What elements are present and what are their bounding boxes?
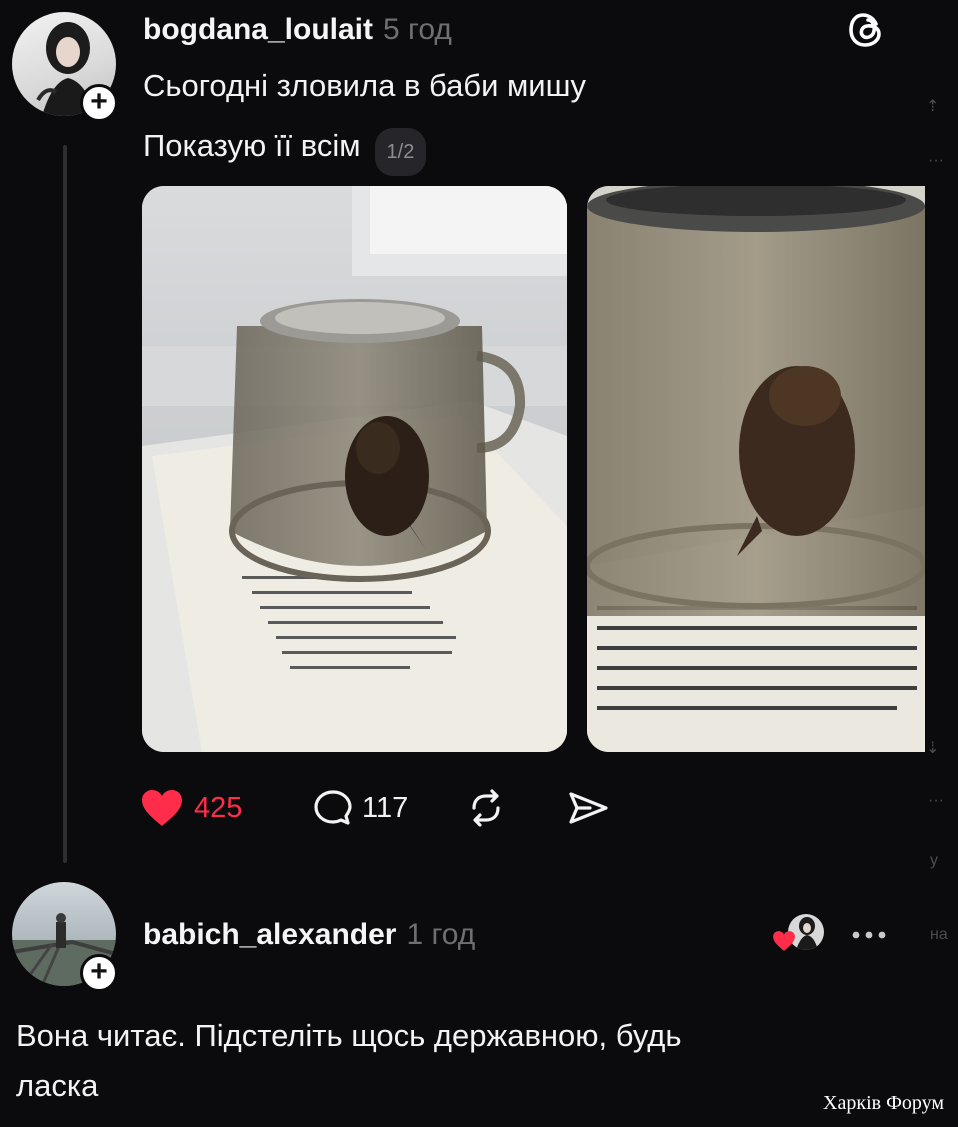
post-text-line2: Показую її всім <box>143 128 361 163</box>
share-icon <box>569 792 608 824</box>
post-header: bogdana_loulait 5 год <box>143 10 452 50</box>
like-button[interactable]: 425 <box>140 786 242 830</box>
reply-text-line1: Вона читає. Підстеліть щось державною, б… <box>16 1018 682 1053</box>
post-image-1[interactable] <box>142 186 567 752</box>
plus-icon: + <box>90 85 108 118</box>
side-peek-text-2: на <box>930 926 948 943</box>
comment-icon <box>314 790 352 825</box>
repost-button[interactable] <box>466 786 506 830</box>
plus-icon: + <box>90 955 108 988</box>
side-peek-text-1: у <box>930 852 938 869</box>
like-count: 425 <box>194 791 243 824</box>
threads-logo-icon[interactable] <box>846 10 886 50</box>
watermark: Харків Форум <box>823 1092 944 1114</box>
reply-text-line2: ласка <box>16 1068 99 1103</box>
side-glyph-dots-2: ··· <box>928 792 944 809</box>
repost-icon <box>472 789 500 827</box>
post-time: 5 год <box>383 13 452 46</box>
image-counter-badge: 1/2 <box>374 127 427 176</box>
reply-follow-plus-button[interactable]: + <box>80 954 118 992</box>
post-text-line1: Сьогодні зловила в баби мишу <box>143 68 586 103</box>
reply-time: 1 год <box>406 918 476 951</box>
image-2-illustration <box>587 186 925 752</box>
more-icon <box>852 931 886 939</box>
side-glyph-link: ⇣ <box>926 740 940 757</box>
share-button[interactable] <box>566 786 610 830</box>
comment-count: 117 <box>362 791 409 824</box>
side-glyph-upload: ⇡ <box>926 98 940 115</box>
comment-button[interactable]: 117 <box>312 786 408 830</box>
image-1-illustration <box>142 186 567 752</box>
heart-icon <box>773 931 795 951</box>
more-button[interactable] <box>848 918 890 952</box>
reply-header: babich_alexander 1 год <box>143 915 475 955</box>
thread-line <box>63 145 67 863</box>
post-image-2[interactable] <box>587 186 925 752</box>
side-glyph-dots: ··· <box>928 152 944 169</box>
post-text-line2-row: Показую її всім 1/2 <box>143 126 427 176</box>
author-liked-badge <box>772 914 828 954</box>
post-username[interactable]: bogdana_loulait <box>143 13 373 46</box>
reply-username[interactable]: babich_alexander <box>143 918 396 951</box>
heart-icon <box>142 790 182 826</box>
follow-plus-button[interactable]: + <box>80 84 118 122</box>
